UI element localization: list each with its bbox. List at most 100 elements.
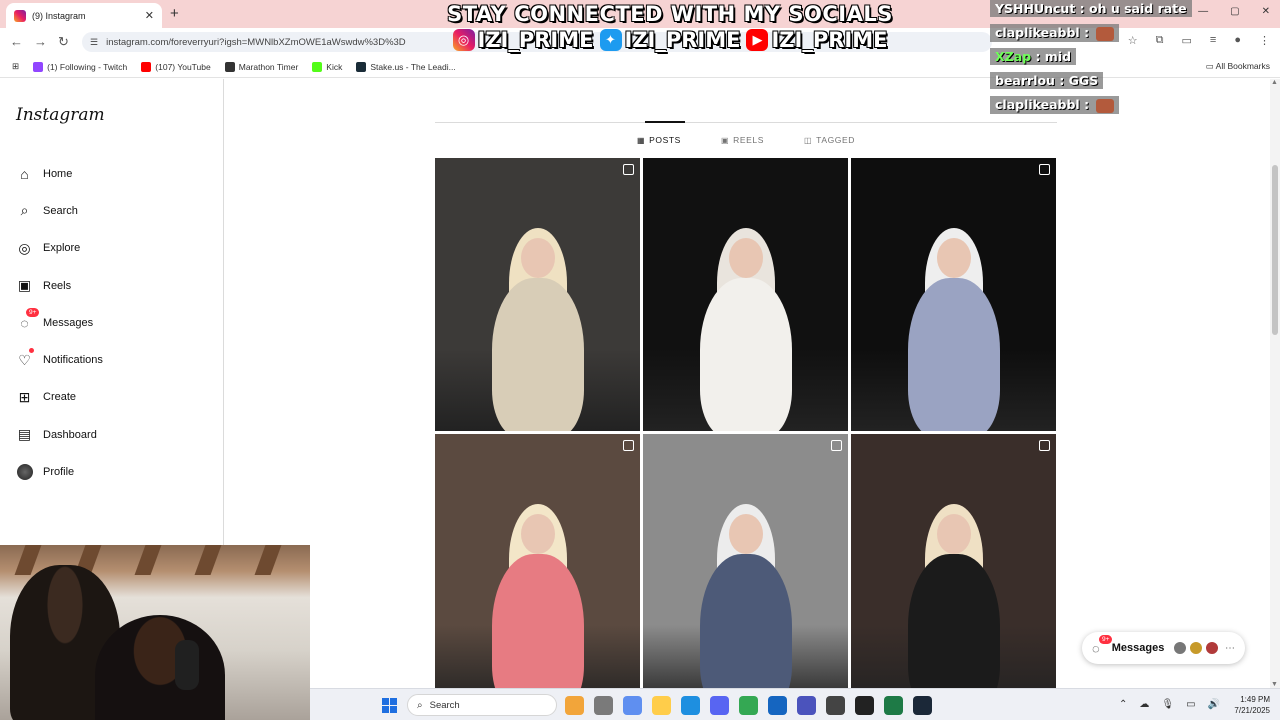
taskbar-apps [565,696,932,715]
sidebar-item-create[interactable]: ⊞ Create [16,379,103,416]
site-info-icon[interactable]: ☰ [90,37,98,48]
post-subject-body [491,554,584,707]
instagram-logo[interactable]: Instagram [16,105,105,125]
bookmark-4[interactable]: Stake.us - The Leadi... [356,61,456,72]
scroll-down-icon[interactable]: ▼ [1271,681,1278,688]
sidebar-item-explore[interactable]: ◎ Explore [16,230,103,267]
windows-start-icon[interactable] [382,698,397,713]
system-tray: ⌃ ☁ 🎙 ▭ 🔊 [1119,699,1220,710]
browser-tab-instagram[interactable]: (9) Instagram ✕ [6,3,162,28]
avatar [1173,641,1187,655]
post-thumbnail[interactable] [643,158,848,431]
back-arrow-icon[interactable]: ← [10,34,23,49]
post-subject-head [936,514,971,554]
sidebar-item-label: Home [43,167,73,180]
messages-pill[interactable]: ◌ 9+ Messages ⋯ [1082,632,1245,664]
instagram-favicon-icon [14,9,26,22]
bookmark-2[interactable]: Marathon Timer [224,61,298,72]
tab-posts[interactable]: ▦ POSTS [637,135,681,145]
stream-chat-overlay: YSHHUncut : oh u said rate claplikeabbl :… [990,0,1280,120]
social-handle-youtube: ▶ IZI_PRIME [746,28,887,52]
taskbar-app-icon[interactable] [594,696,613,715]
carousel-icon [1039,440,1050,451]
post-thumbnail[interactable] [435,158,640,431]
bookmark-1[interactable]: (107) YouTube [141,61,211,72]
chat-username: XZap [995,49,1032,64]
new-tab-icon[interactable]: + [170,5,179,22]
taskbar-app-icon[interactable] [710,696,729,715]
carousel-icon [831,440,842,451]
chat-emote-icon [1096,98,1115,113]
notification-dot [29,348,34,354]
cloud-icon[interactable]: ☁ [1139,699,1149,710]
taskbar-app-icon[interactable] [826,696,845,715]
reel-icon [623,164,634,175]
bookmark-0[interactable]: (1) Following - Twitch [33,61,127,72]
sidebar-item-profile[interactable]: Profile [16,453,103,490]
apps-grid-icon[interactable]: ⊞ [12,61,19,72]
forward-arrow-icon[interactable]: → [34,34,47,49]
taskbar-app-icon[interactable] [855,696,874,715]
carousel-icon [1039,164,1050,175]
taskbar-search[interactable]: ⌕ Search [407,694,557,716]
post-thumbnail[interactable] [851,158,1056,431]
taskbar-app-icon[interactable] [913,696,932,715]
post-subject-head [520,514,555,554]
sidebar-item-label: Explore [43,242,81,255]
reload-icon[interactable]: ↻ [58,34,69,50]
bookmark-favicon-icon [312,61,323,72]
sidebar-item-label: Reels [43,279,72,292]
more-icon: ⋯ [1225,642,1235,654]
chat-separator: : [1079,25,1094,40]
sidebar-item-label: Dashboard [43,428,97,441]
taskbar-app-icon[interactable] [681,696,700,715]
sidebar-item-search[interactable]: ⌕ Search [16,192,103,229]
page-scrollbar[interactable]: ▲ ▼ [1270,79,1280,688]
post-thumbnail[interactable] [643,434,848,707]
microphone-icon[interactable]: 🎙 [1161,699,1174,710]
sidebar-item-home[interactable]: ⌂ Home [16,155,103,192]
streamer-webcam [0,545,310,720]
bookmark-3[interactable]: Kick [312,61,342,72]
sidebar-item-notifications[interactable]: ♡ Notifications [16,341,103,378]
volume-icon[interactable]: 🔊 [1208,699,1220,710]
chat-message-box: claplikeabbl : [990,96,1120,114]
taskbar-app-icon[interactable] [652,696,671,715]
taskbar-app-icon[interactable] [884,696,903,715]
social-handle-twitter: ✦ IZI_PRIME [599,28,740,52]
taskbar-app-icon[interactable] [739,696,758,715]
chat-message-box: bearrlou : GGS [990,72,1104,89]
close-tab-icon[interactable]: ✕ [145,9,154,22]
taskbar-app-icon[interactable] [565,696,584,715]
sidebar-item-label: Profile [43,466,75,479]
chat-message-box: claplikeabbl : [990,24,1120,42]
chat-message: XZap : mid [990,48,1280,72]
network-icon[interactable]: ▭ [1186,699,1195,710]
messenger-icon: ◌ 9+ [1092,634,1113,656]
post-thumbnail[interactable] [851,434,1056,707]
chat-text: GGS [1068,73,1099,88]
post-subject-body [907,278,1000,431]
tab-reels[interactable]: ▣ REELS [721,135,764,145]
post-subject-head [936,238,971,278]
messages-badge: 9+ [1099,634,1113,644]
tab-label: REELS [733,135,764,145]
post-thumbnail[interactable] [435,434,640,707]
tab-tagged[interactable]: ◫ TAGGED [804,135,855,145]
sidebar-item-dashboard[interactable]: ▤ Dashboard [16,416,103,453]
compass-icon: ◎ [18,239,31,256]
chevron-up-icon[interactable]: ⌃ [1119,699,1127,710]
youtube-icon: ▶ [746,29,769,51]
sidebar-item-messages[interactable]: ◌ 9+ Messages [16,304,103,341]
bookmark-favicon-icon [356,61,367,72]
taskbar-app-icon[interactable] [797,696,816,715]
sidebar-item-reels[interactable]: ▣ Reels [16,267,103,304]
taskbar-app-icon[interactable] [623,696,642,715]
clock-date: 7/21/2025 [1234,706,1270,715]
reels-icon: ▣ [720,135,730,145]
chat-message-box: XZap : mid [990,48,1077,65]
taskbar-clock[interactable]: 1:49 PM 7/21/2025 [1234,694,1270,716]
taskbar-app-icon[interactable] [768,696,787,715]
scrollbar-thumb[interactable] [1272,165,1278,335]
dashboard-icon: ▤ [17,426,32,443]
